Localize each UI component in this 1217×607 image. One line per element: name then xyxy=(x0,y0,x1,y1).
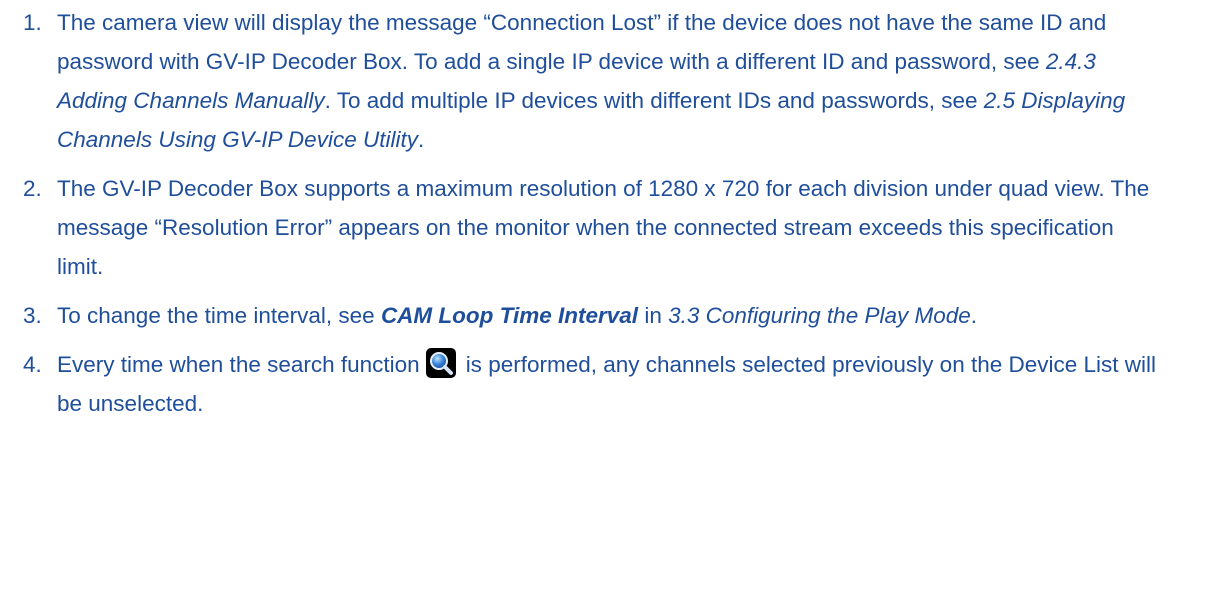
note-text: . xyxy=(417,127,425,152)
setting-name: CAM Loop Time Interval xyxy=(380,303,639,328)
notes-list: 1. The camera view will display the mess… xyxy=(0,0,1217,423)
note-text: . xyxy=(970,303,978,328)
note-number: 2. xyxy=(23,176,42,201)
note-text: Every time when the search function xyxy=(57,352,420,377)
note-item-3: 3. To change the time interval, see CAM … xyxy=(0,296,1160,335)
search-icon xyxy=(425,348,456,378)
section-reference: 3.3 Configuring the Play Mode xyxy=(668,303,971,328)
note-item-2: 2. The GV-IP Decoder Box supports a maxi… xyxy=(0,169,1160,286)
note-text: To change the time interval, see xyxy=(57,303,381,328)
magnifier-icon xyxy=(429,352,453,375)
note-item-4: 4. Every time when the search function i… xyxy=(0,345,1160,423)
note-text: . To add multiple IP devices with differ… xyxy=(324,88,984,113)
note-number: 1. xyxy=(23,10,42,35)
note-item-1: 1. The camera view will display the mess… xyxy=(0,3,1160,159)
note-number: 3. xyxy=(23,303,42,328)
note-text: in xyxy=(638,303,669,328)
note-number: 4. xyxy=(23,352,42,377)
note-text: The camera view will display the message… xyxy=(57,10,1107,74)
note-text: The GV-IP Decoder Box supports a maximum… xyxy=(57,176,1150,279)
